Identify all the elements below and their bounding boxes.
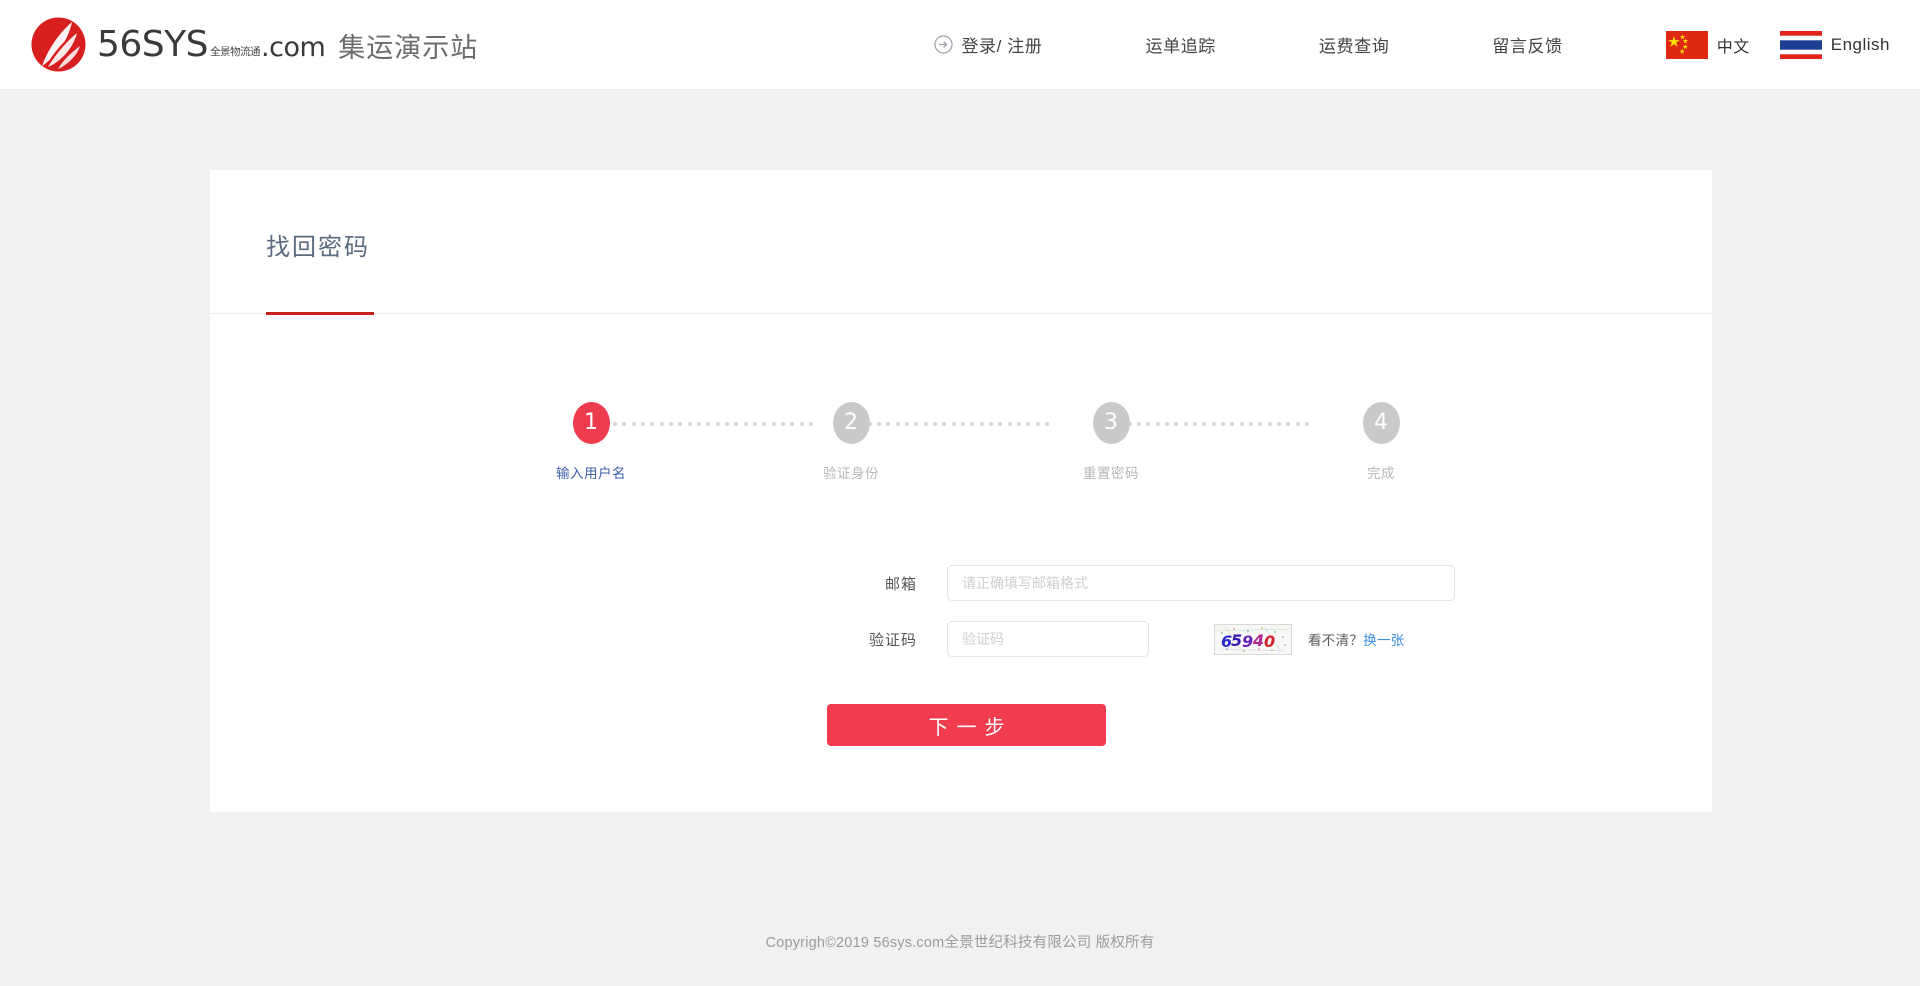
brand-site-name: 集运演示站 bbox=[338, 35, 478, 62]
recover-password-card: 找回密码 1 输入用户名 2 验证身份 3 重置密码 bbox=[210, 170, 1712, 812]
brand-wordmark: 56SYS bbox=[97, 27, 208, 63]
captcha-image[interactable]: 6 5 9 4 0 bbox=[1214, 624, 1292, 655]
step-1-number: 1 bbox=[573, 402, 610, 444]
lang-label-chinese: 中文 bbox=[1717, 33, 1750, 57]
step-indicator: 1 输入用户名 2 验证身份 3 重置密码 4 完成 bbox=[210, 402, 1712, 512]
email-label: 邮箱 bbox=[210, 573, 947, 594]
login-arrow-icon bbox=[934, 35, 953, 54]
nav-item-login-register[interactable]: 登录/ 注册 bbox=[934, 32, 1042, 57]
brand-dotcom: .com bbox=[261, 27, 325, 63]
nav-label-waybill-tracking: 运单追踪 bbox=[1146, 32, 1216, 57]
brand-dotcom-text: .com bbox=[261, 32, 325, 63]
title-accent-underline bbox=[266, 312, 374, 315]
email-input[interactable] bbox=[947, 565, 1455, 601]
main-navigation: 登录/ 注册 运单追踪 运费查询 留言反馈 bbox=[934, 0, 1920, 89]
title-divider bbox=[210, 313, 1712, 314]
captcha-input[interactable] bbox=[947, 621, 1149, 657]
brand-tagline: 全景物流通 bbox=[210, 47, 260, 58]
step-1-label: 输入用户名 bbox=[531, 462, 651, 482]
submit-row: 下一步 bbox=[210, 704, 1712, 746]
step-4-complete[interactable]: 4 完成 bbox=[1321, 402, 1441, 482]
step-2-number: 2 bbox=[833, 402, 870, 444]
svg-text:4: 4 bbox=[1252, 631, 1264, 650]
site-footer: Copyrigh©2019 56sys.com全景世纪科技有限公司 版权所有 bbox=[0, 896, 1920, 986]
nav-item-feedback[interactable]: 留言反馈 bbox=[1492, 32, 1562, 57]
copyright-text: Copyrigh©2019 56sys.com全景世纪科技有限公司 版权所有 bbox=[766, 931, 1155, 952]
page-title: 找回密码 bbox=[266, 227, 370, 262]
nav-label-feedback: 留言反馈 bbox=[1492, 32, 1562, 57]
step-2-label: 验证身份 bbox=[791, 462, 911, 482]
china-flag-icon bbox=[1666, 31, 1708, 59]
captcha-hint: 看不清？换一张 bbox=[1308, 629, 1405, 649]
step-3-label: 重置密码 bbox=[1051, 462, 1171, 482]
nav-label-freight-query: 运费查询 bbox=[1319, 32, 1389, 57]
captcha-hint-text: 看不清？ bbox=[1308, 633, 1363, 648]
56sys-swoosh-logo-icon bbox=[30, 16, 87, 73]
nav-label-login-register: 登录/ 注册 bbox=[961, 32, 1042, 57]
step-1-input-username[interactable]: 1 输入用户名 bbox=[531, 402, 651, 482]
captcha-refresh-link[interactable]: 换一张 bbox=[1363, 633, 1404, 648]
lang-switch-chinese[interactable]: 中文 bbox=[1666, 31, 1750, 59]
step-3-reset-password[interactable]: 3 重置密码 bbox=[1051, 402, 1171, 482]
step-4-number: 4 bbox=[1363, 402, 1400, 444]
page-body: 找回密码 1 输入用户名 2 验证身份 3 重置密码 bbox=[0, 90, 1920, 896]
thailand-flag-icon bbox=[1780, 31, 1822, 59]
site-header: 56SYS 全景物流通 .com 集运演示站 登录/ 注册 运单追踪 运费查询 … bbox=[0, 0, 1920, 90]
step-2-verify-identity[interactable]: 2 验证身份 bbox=[791, 402, 911, 482]
brand-wordmark-text: 56SYS bbox=[97, 24, 208, 65]
lang-switch-english[interactable]: English bbox=[1780, 31, 1890, 59]
nav-item-waybill-tracking[interactable]: 运单追踪 bbox=[1146, 32, 1216, 57]
svg-text:9: 9 bbox=[1242, 632, 1253, 651]
step-4-label: 完成 bbox=[1321, 462, 1441, 482]
email-row: 邮箱 bbox=[210, 565, 1712, 601]
captcha-row: 验证码 bbox=[210, 621, 1712, 657]
recover-password-form: 邮箱 验证码 bbox=[210, 565, 1712, 746]
nav-item-freight-query[interactable]: 运费查询 bbox=[1319, 32, 1389, 57]
brand-logo[interactable]: 56SYS 全景物流通 .com 集运演示站 bbox=[30, 0, 478, 89]
lang-label-english: English bbox=[1831, 35, 1890, 55]
svg-text:0: 0 bbox=[1264, 632, 1275, 651]
step-3-number: 3 bbox=[1093, 402, 1130, 444]
captcha-label: 验证码 bbox=[210, 629, 947, 650]
next-step-button[interactable]: 下一步 bbox=[827, 704, 1106, 746]
svg-text:5: 5 bbox=[1231, 631, 1242, 650]
